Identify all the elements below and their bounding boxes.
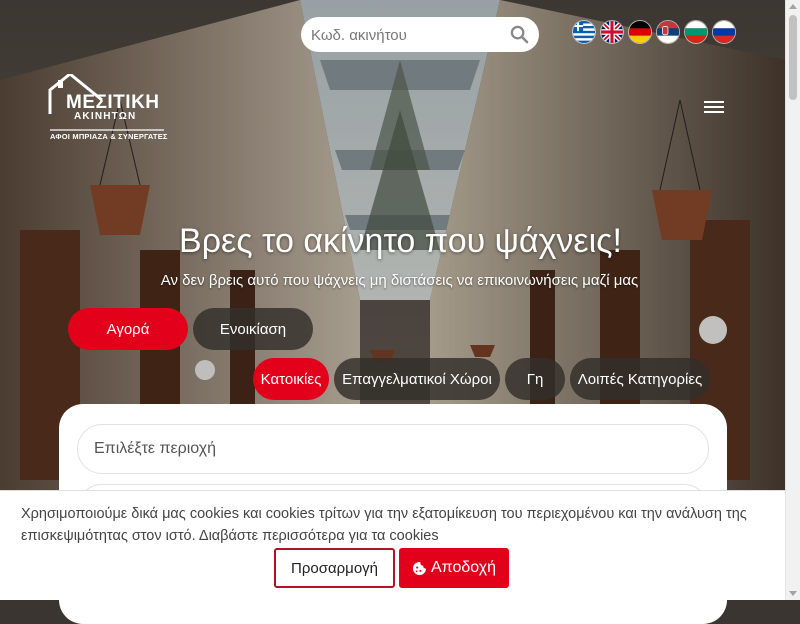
- page-scrollbar[interactable]: [785, 0, 800, 600]
- hero-title: Βρες το ακίνητο που ψάχνεις!: [179, 222, 622, 260]
- tab-rent[interactable]: Ενοικίαση: [193, 308, 313, 350]
- search-input[interactable]: [309, 23, 508, 47]
- cookie-policy-link[interactable]: Διαβάστε περισσότερα για τα cookies: [199, 528, 439, 544]
- scroll-thumb[interactable]: [789, 15, 797, 100]
- hero-subtitle: Αν δεν βρεις αυτό που ψάχνεις μη διστάσε…: [160, 272, 639, 289]
- cookie-message: Χρησιμοποιούμε δικά μας cookies και cook…: [21, 503, 766, 547]
- category-land[interactable]: Γη: [505, 358, 565, 400]
- german-flag-icon[interactable]: [628, 20, 652, 44]
- accept-cookies-button[interactable]: Αποδοχή: [399, 548, 509, 588]
- scroll-down-icon[interactable]: [789, 591, 797, 596]
- serbian-flag-icon[interactable]: [656, 20, 680, 44]
- accept-label: Αποδοχή: [430, 559, 497, 576]
- greek-flag-icon[interactable]: [572, 20, 596, 44]
- area-select[interactable]: Επιλέξτε περιοχή: [77, 424, 709, 474]
- search-icon[interactable]: [510, 25, 529, 44]
- logo-tagline: ΑΦΟΙ ΜΠΡΙΑΖΑ & ΣΥΝΕΡΓΑΤΕΣ: [50, 132, 168, 141]
- property-code-search[interactable]: [301, 17, 539, 52]
- site-logo[interactable]: ΜΕΣΙΤΙΚΗ ΑΚΙΝΗΤΩΝ ΑΦΟΙ ΜΠΡΙΑΖΑ & ΣΥΝΕΡΓΑ…: [48, 74, 168, 146]
- logo-subtitle: ΑΚΙΝΗΤΩΝ: [74, 111, 137, 122]
- language-selector: [572, 20, 740, 44]
- bulgarian-flag-icon[interactable]: [684, 20, 708, 44]
- cookie-icon: [412, 561, 427, 575]
- uk-flag-icon[interactable]: [600, 20, 624, 44]
- category-homes[interactable]: Κατοικίες: [253, 358, 329, 400]
- tab-buy[interactable]: Αγορά: [68, 308, 188, 350]
- cookie-banner: Χρησιμοποιούμε δικά μας cookies και cook…: [0, 490, 785, 600]
- category-other[interactable]: Λοιπές Κατηγορίες: [570, 358, 710, 400]
- russian-flag-icon[interactable]: [712, 20, 736, 44]
- customize-cookies-button[interactable]: Προσαρμογή: [274, 548, 395, 588]
- hamburger-menu-icon[interactable]: [702, 98, 726, 120]
- scroll-up-icon[interactable]: [789, 4, 797, 9]
- category-professional[interactable]: Επαγγελματικοί Χώροι: [334, 358, 500, 400]
